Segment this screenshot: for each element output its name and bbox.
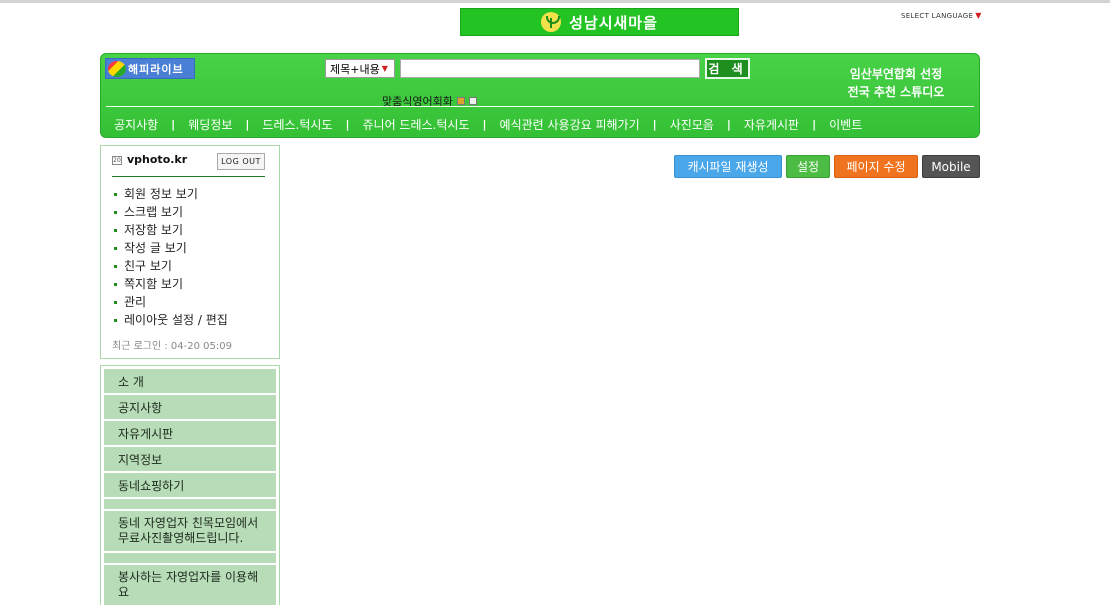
user-link-label: 작성 글 보기: [124, 241, 187, 255]
user-link-storage[interactable]: 저장함 보기: [114, 221, 228, 239]
user-divider: [112, 176, 265, 177]
nav-item-photos[interactable]: 사진모음: [670, 116, 714, 133]
user-link-layout[interactable]: 레이아웃 설정 / 편집: [114, 311, 228, 329]
side-menu: 소 개 공지사항 자유게시판 지역정보 동네쇼핑하기 동네 자영업자 친목모임에…: [100, 365, 280, 605]
menu-item-local-shopping[interactable]: 동네쇼핑하기: [104, 473, 276, 497]
print-icon: [468, 97, 477, 105]
nav-item-notice[interactable]: 공지사항: [114, 116, 158, 133]
menu-spacer: [104, 553, 276, 563]
leaf-logo-icon: [541, 12, 562, 32]
menu-spacer: [104, 499, 276, 509]
search-input[interactable]: [400, 59, 700, 78]
nav-item-event[interactable]: 이벤트: [829, 116, 862, 133]
user-link-messages[interactable]: 쪽지함 보기: [114, 275, 228, 293]
chevron-down-icon: ▼: [975, 11, 982, 20]
user-panel: 20 vphoto.kr LOG OUT 회원 정보 보기 스크랩 보기 저장함…: [100, 145, 280, 359]
user-link-member-info[interactable]: 회원 정보 보기: [114, 185, 228, 203]
user-link-posts[interactable]: 작성 글 보기: [114, 239, 228, 257]
promo-line-2: 전국 추천 스튜디오: [847, 85, 945, 99]
search-scope-select[interactable]: 제목+내용 ▼: [325, 59, 395, 78]
regenerate-cache-button[interactable]: 캐시파일 재생성: [674, 155, 782, 178]
promo-text: 임산부연합회 선정 전국 추천 스튜디오: [811, 65, 981, 101]
nav-separator: |: [726, 117, 731, 131]
mobile-button[interactable]: Mobile: [922, 155, 980, 178]
nav-separator: |: [245, 117, 250, 131]
user-link-label: 저장함 보기: [124, 223, 184, 237]
bullet-icon: [114, 192, 117, 196]
language-label: SELECT LANGUAGE: [901, 11, 974, 20]
nav-divider: [106, 106, 974, 107]
menu-item-free-board[interactable]: 자유게시판: [104, 421, 276, 445]
header: 해피라이브 제목+내용 ▼ 검 색 맞춤식영어회화 임산부연합회 선정 전국 추…: [100, 53, 980, 138]
main-nav: 공지사항 | 웨딩정보 | 드레스.턱시도 | 쥬니어 드레스.턱시도 | 예식…: [101, 116, 979, 132]
nav-separator: |: [652, 117, 657, 131]
nav-item-junior-dress[interactable]: 쥬니어 드레스.턱시도: [363, 116, 470, 133]
top-border: [0, 0, 1110, 3]
bullet-icon: [114, 318, 117, 322]
nav-separator: |: [482, 117, 487, 131]
nav-separator: |: [345, 117, 350, 131]
search-scope-value: 제목+내용: [330, 62, 380, 76]
bullet-icon: [114, 210, 117, 214]
bullet-icon: [114, 246, 117, 250]
nav-item-dress[interactable]: 드레스.턱시도: [262, 116, 332, 133]
menu-item-free-photo[interactable]: 동네 자영업자 친목모임에서 무료사진촬영해드립니다.: [104, 511, 276, 551]
menu-item-notice[interactable]: 공지사항: [104, 395, 276, 419]
user-link-admin[interactable]: 관리: [114, 293, 228, 311]
user-link-label: 레이아웃 설정 / 편집: [124, 313, 228, 327]
logo-icon: [108, 60, 126, 77]
menu-item-local-info[interactable]: 지역정보: [104, 447, 276, 471]
chevron-down-icon: ▼: [381, 64, 388, 73]
bullet-icon: [114, 300, 117, 304]
settings-button[interactable]: 설정: [786, 155, 830, 178]
site-logo[interactable]: 해피라이브: [105, 58, 195, 79]
user-name[interactable]: vphoto.kr: [127, 153, 187, 166]
user-link-label: 회원 정보 보기: [124, 187, 198, 201]
promo-line-1: 임산부연합회 선정: [849, 67, 943, 81]
user-link-label: 쪽지함 보기: [124, 277, 184, 291]
site-banner-title: 성남시새마을: [569, 13, 658, 32]
nav-separator: |: [812, 117, 817, 131]
level-badge-icon: 20: [112, 156, 122, 165]
user-link-scrap[interactable]: 스크랩 보기: [114, 203, 228, 221]
language-selector[interactable]: SELECT LANGUAGE ▼: [901, 11, 982, 20]
nav-item-wedding-info[interactable]: 웨딩정보: [188, 116, 232, 133]
nav-item-wedding-tips[interactable]: 예식관련 사용강요 피해가기: [500, 116, 640, 133]
edit-page-button[interactable]: 페이지 수정: [834, 155, 918, 178]
menu-item-volunteer-business[interactable]: 봉사하는 자영업자를 이용해요: [104, 565, 276, 605]
user-links: 회원 정보 보기 스크랩 보기 저장함 보기 작성 글 보기 친구 보기 쪽지함…: [114, 185, 228, 329]
nav-item-free-board[interactable]: 자유게시판: [744, 116, 799, 133]
bullet-icon: [114, 264, 117, 268]
user-link-label: 스크랩 보기: [124, 205, 184, 219]
user-link-label: 관리: [124, 295, 147, 309]
user-link-label: 친구 보기: [124, 259, 172, 273]
rss-icon: [456, 97, 465, 105]
menu-item-intro[interactable]: 소 개: [104, 369, 276, 393]
logo-text: 해피라이브: [128, 62, 184, 76]
logout-button[interactable]: LOG OUT: [217, 153, 265, 170]
user-link-friends[interactable]: 친구 보기: [114, 257, 228, 275]
last-login: 최근 로그인 : 04-20 05:09: [112, 341, 232, 352]
site-banner[interactable]: 성남시새마을: [460, 8, 739, 36]
bullet-icon: [114, 282, 117, 286]
search-button[interactable]: 검 색: [705, 58, 750, 79]
bullet-icon: [114, 228, 117, 232]
nav-separator: |: [171, 117, 176, 131]
